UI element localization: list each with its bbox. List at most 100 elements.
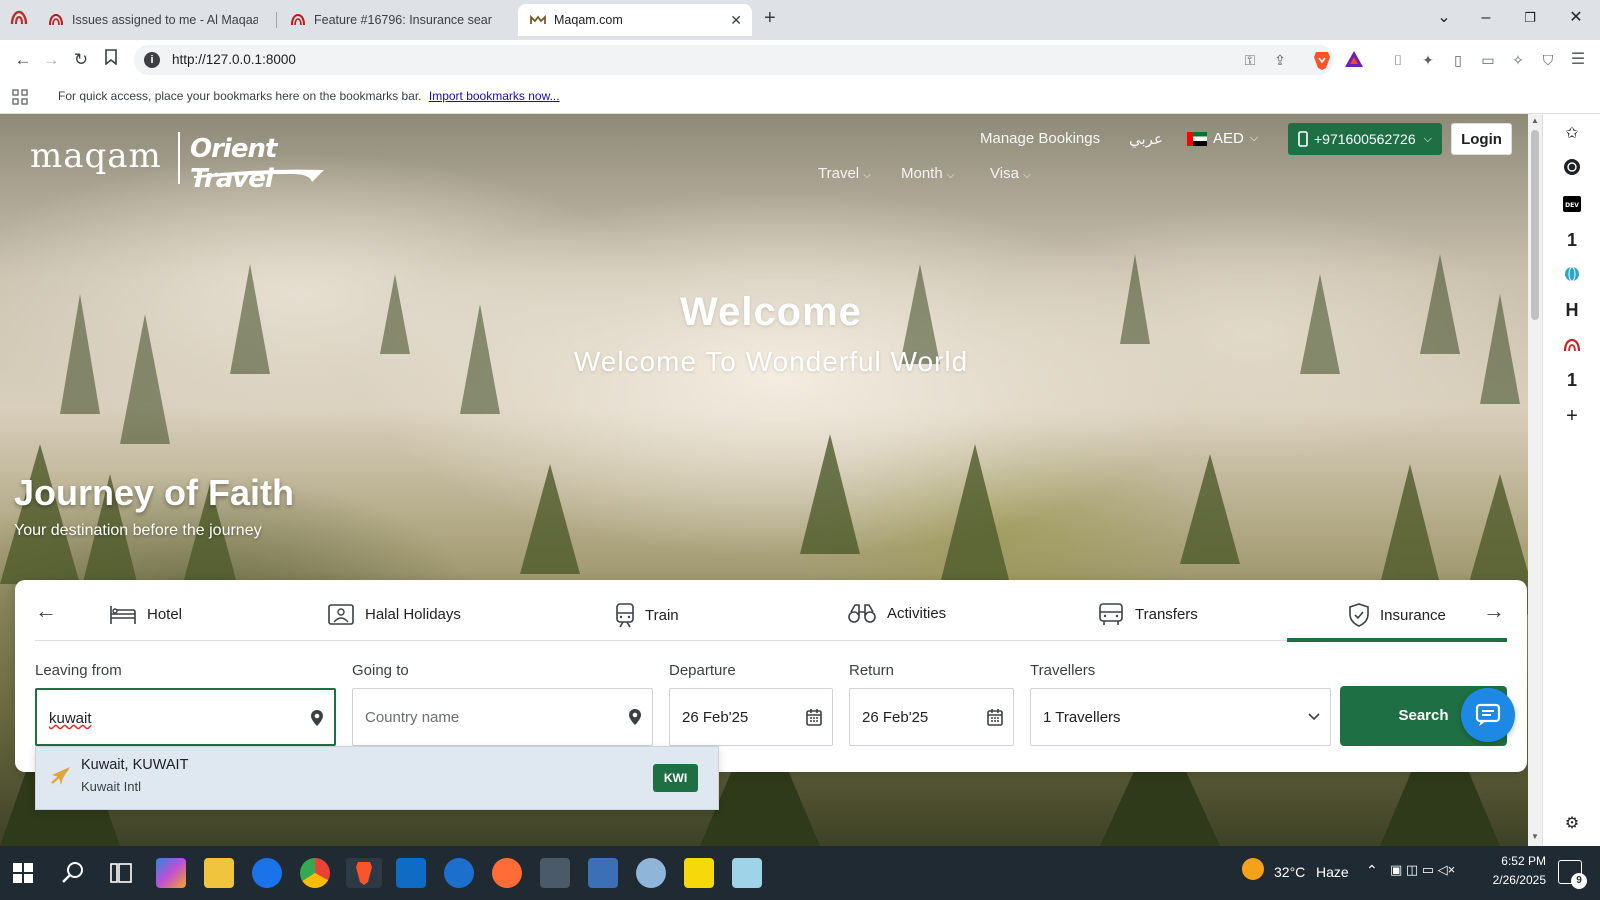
- calculator-icon[interactable]: [540, 858, 570, 888]
- site-logo[interactable]: maqam Orient Travel: [30, 132, 330, 194]
- openai-icon[interactable]: [1560, 158, 1584, 182]
- phone-button[interactable]: +971600562726 ⌵: [1288, 123, 1442, 155]
- sidebar-toggle-icon[interactable]: ▯: [1448, 50, 1468, 70]
- back-icon[interactable]: ←: [12, 49, 34, 71]
- travellers-select[interactable]: 1 Travellers: [1030, 688, 1331, 746]
- notifications-icon[interactable]: 9: [1558, 860, 1587, 889]
- tabs-prev-arrow-icon[interactable]: ←: [35, 598, 57, 624]
- side-panel-badge-1[interactable]: 1: [1560, 228, 1584, 252]
- brave-logo-icon[interactable]: [8, 8, 30, 30]
- tab-halal-holidays[interactable]: Halal Holidays: [327, 602, 461, 626]
- tab-hotel[interactable]: Hotel: [109, 602, 182, 626]
- shield-check-icon: [1349, 603, 1369, 627]
- tab-maqam[interactable]: Maqam.com ✕: [518, 4, 752, 36]
- url-text: http://127.0.0.1:8000: [172, 52, 296, 67]
- arabic-language-link[interactable]: عربي: [1129, 130, 1163, 148]
- chevron-down-icon: ⌵: [863, 170, 871, 181]
- page-scrollbar[interactable]: ▲ ▼: [1528, 114, 1542, 846]
- dev-community-icon[interactable]: DEV: [1560, 194, 1584, 218]
- tab-insurance[interactable]: Insurance: [1348, 602, 1446, 628]
- close-tab-icon[interactable]: ✕: [730, 12, 742, 29]
- screenshot-icon[interactable]: ⌷: [1388, 50, 1408, 70]
- app-tile-icon[interactable]: [732, 858, 762, 888]
- menu-icon[interactable]: ☰: [1568, 50, 1588, 70]
- chat-button[interactable]: [1461, 688, 1515, 742]
- app-globe-icon[interactable]: [636, 858, 666, 888]
- leaving-from-label: Leaving from: [35, 662, 122, 679]
- settings-gear-icon[interactable]: ⚙: [1560, 812, 1584, 836]
- vpn-icon[interactable]: ⛉: [1538, 50, 1558, 70]
- site-info-icon[interactable]: i: [144, 52, 160, 68]
- windows-start-icon[interactable]: [12, 862, 34, 884]
- brave-shields-icon[interactable]: [1312, 50, 1332, 70]
- weather-condition: Haze: [1316, 864, 1349, 880]
- tab-transfers[interactable]: Transfers: [1097, 602, 1198, 626]
- maps-icon[interactable]: [252, 858, 282, 888]
- minimize-icon[interactable]: –: [1476, 8, 1496, 28]
- file-explorer-icon[interactable]: [204, 858, 234, 888]
- nav-month[interactable]: Month ⌵: [901, 165, 954, 182]
- scrollbar-thumb[interactable]: [1531, 130, 1539, 320]
- chevron-down-icon: [1308, 713, 1320, 721]
- share-icon[interactable]: ⇪: [1270, 50, 1290, 70]
- remote-desktop-icon[interactable]: [588, 858, 618, 888]
- tab-activities[interactable]: Activities: [847, 602, 946, 624]
- manage-bookings-link[interactable]: Manage Bookings: [980, 130, 1100, 147]
- airport-suggestion-item[interactable]: Kuwait, KUWAIT Kuwait Intl KWI: [35, 746, 719, 810]
- task-view-icon[interactable]: [108, 860, 134, 886]
- nav-visa[interactable]: Visa ⌵: [990, 165, 1031, 182]
- return-date-input[interactable]: 26 Feb'25: [849, 688, 1014, 746]
- globe-app-icon[interactable]: [1560, 264, 1584, 288]
- brave-taskbar-button[interactable]: [346, 858, 382, 888]
- nav-travel[interactable]: Travel ⌵: [818, 165, 871, 182]
- add-panel-icon[interactable]: +: [1560, 404, 1584, 428]
- tab-title: Feature #16796: Insurance search b: [314, 13, 492, 27]
- weather-icon[interactable]: [1242, 858, 1264, 880]
- system-tray-icons[interactable]: ▣ ◫ ▭ ◁×: [1390, 862, 1455, 878]
- reload-icon[interactable]: ↻: [70, 49, 92, 71]
- restore-icon[interactable]: ❐: [1520, 8, 1540, 28]
- clock-time[interactable]: 6:52 PM: [1476, 854, 1546, 868]
- currency-selector[interactable]: AED ⌵: [1187, 130, 1258, 147]
- scroll-up-arrow-icon[interactable]: ▲: [1531, 116, 1539, 125]
- close-window-icon[interactable]: ✕: [1566, 8, 1586, 28]
- active-tab-indicator: [1287, 638, 1507, 642]
- bookmark-icon[interactable]: [100, 49, 122, 71]
- new-tab-icon[interactable]: +: [764, 8, 776, 28]
- postman-icon[interactable]: [492, 858, 522, 888]
- leaving-from-input[interactable]: kuwait: [35, 688, 336, 746]
- tab-issues[interactable]: Issues assigned to me - Al Maqaam: [36, 4, 270, 36]
- leo-ai-icon[interactable]: ✧: [1508, 50, 1528, 70]
- app-circle-icon[interactable]: [444, 858, 474, 888]
- brave-rewards-icon[interactable]: [1344, 50, 1364, 70]
- sticky-notes-icon[interactable]: [684, 858, 714, 888]
- search-icon[interactable]: [60, 860, 86, 886]
- address-bar[interactable]: i http://127.0.0.1:8000 ⚿ ⇪: [134, 45, 1334, 75]
- chrome-icon[interactable]: [300, 858, 330, 888]
- import-bookmarks-link[interactable]: Import bookmarks now...: [429, 89, 560, 103]
- side-panel-badge-2[interactable]: 1: [1560, 368, 1584, 392]
- copilot-icon[interactable]: [156, 858, 186, 888]
- forward-icon[interactable]: →: [40, 49, 62, 71]
- key-icon[interactable]: ⚿: [1240, 50, 1260, 70]
- logo-swoosh-icon: [194, 169, 324, 182]
- sparkle-star-icon[interactable]: ✩: [1560, 122, 1584, 146]
- redmine-icon: [49, 13, 63, 26]
- redmine-icon[interactable]: [1560, 334, 1584, 358]
- tab-search-chevron-icon[interactable]: ⌄: [1434, 8, 1454, 28]
- side-panel-badge-h[interactable]: H: [1560, 298, 1584, 322]
- clock-date[interactable]: 2/26/2025: [1476, 873, 1546, 887]
- scroll-down-arrow-icon[interactable]: ▼: [1531, 832, 1539, 841]
- going-to-input[interactable]: Country name: [352, 688, 653, 746]
- show-hidden-icons-chevron-icon[interactable]: ⌃: [1366, 862, 1378, 879]
- tab-feature[interactable]: Feature #16796: Insurance search b: [278, 4, 504, 36]
- tab-train[interactable]: Train: [615, 602, 679, 628]
- apps-grid-icon[interactable]: [12, 89, 28, 105]
- wallet-icon[interactable]: ▭: [1478, 50, 1498, 70]
- mobile-phone-icon: [1298, 131, 1308, 147]
- extensions-icon[interactable]: ✦: [1418, 50, 1438, 70]
- vscode-icon[interactable]: [396, 858, 426, 888]
- login-button[interactable]: Login: [1451, 123, 1512, 155]
- departure-date-input[interactable]: 26 Feb'25: [669, 688, 833, 746]
- tabs-next-arrow-icon[interactable]: →: [1483, 598, 1505, 624]
